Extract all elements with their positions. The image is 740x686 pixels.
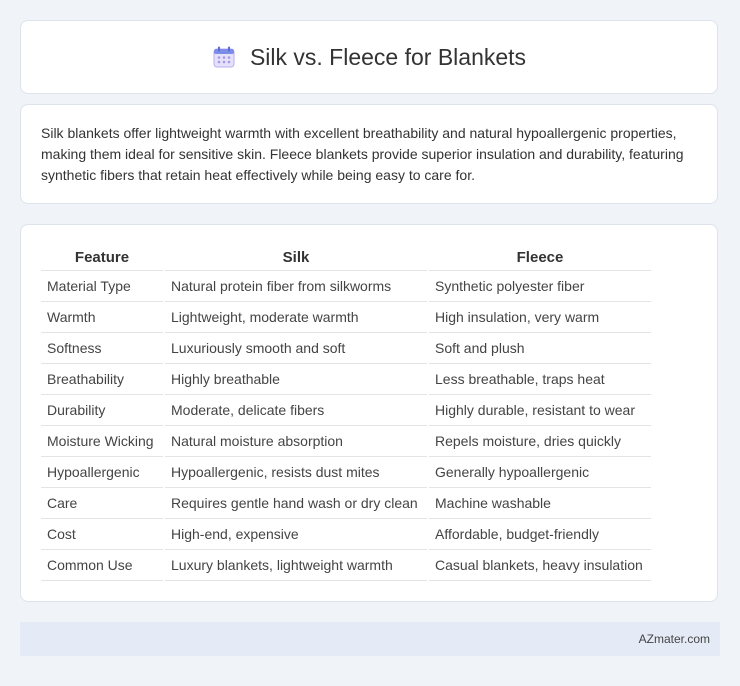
comparison-table: Feature Silk Fleece Material Type Natural… (41, 245, 651, 581)
footer-site-name: AZmater.com (638, 632, 710, 646)
table-cell: Cost (41, 518, 164, 550)
table-cell: Natural protein fiber from silkworms (163, 270, 428, 302)
table-cell: Care (41, 487, 164, 519)
table-cell: High insulation, very warm (427, 301, 651, 333)
table-row: Material Type Natural protein fiber from … (41, 270, 651, 302)
page-title: Silk vs. Fleece for Blankets (249, 43, 527, 70)
table-cell: Natural moisture absorption (163, 425, 428, 457)
table-cell: Casual blankets, heavy insulation (427, 549, 651, 581)
summary-text: Silk blankets offer lightweight warmth w… (41, 125, 684, 183)
table-cell: Warmth (41, 301, 164, 333)
table-cell: Moisture Wicking (41, 425, 164, 457)
summary-card: Silk blankets offer lightweight warmth w… (20, 104, 718, 204)
header-silk: Silk (163, 245, 428, 271)
table-row: Warmth Lightweight, moderate warmth High i… (41, 301, 651, 333)
table-cell: Machine washable (427, 487, 651, 519)
table-cell: Common Use (41, 549, 164, 581)
table-row: Common Use Luxury blankets, lightweight w… (41, 549, 651, 581)
table-cell: High-end, expensive (163, 518, 428, 550)
table-cell: Synthetic polyester fiber (427, 270, 651, 302)
table-cell: Durability (41, 394, 164, 426)
table-cell: Lightweight, moderate warmth (163, 301, 428, 333)
table-cell: Breathability (41, 363, 164, 395)
table-row: Breathability Highly breathable Less breat… (41, 363, 651, 395)
table-cell: Less breathable, traps heat (427, 363, 651, 395)
table-cell: Hypoallergenic, resists dust mites (163, 456, 428, 488)
title-wrap: Silk vs. Fleece for Blankets (212, 44, 526, 71)
table-body: Material Type Natural protein fiber from … (41, 270, 651, 581)
table-row: Moisture Wicking Natural moisture absorpt… (41, 425, 651, 457)
footer: AZmater.com (20, 622, 720, 656)
table-cell: Repels moisture, dries quickly (427, 425, 651, 457)
table-cell: Material Type (41, 270, 164, 302)
table-cell: Softness (41, 332, 164, 364)
header-feature: Feature (41, 245, 164, 271)
comparison-table-card: Feature Silk Fleece Material Type Natural… (20, 224, 718, 602)
header-fleece: Fleece (427, 245, 651, 271)
table-row: Cost High-end, expensive Affordable, budge… (41, 518, 651, 550)
table-cell: Luxuriously smooth and soft (163, 332, 428, 364)
table-header-row: Feature Silk Fleece (41, 245, 651, 271)
table-cell: Luxury blankets, lightweight warmth (163, 549, 428, 581)
table-cell: Hypoallergenic (41, 456, 164, 488)
table-cell: Moderate, delicate fibers (163, 394, 428, 426)
table-row: Care Requires gentle hand wash or dry cle… (41, 487, 651, 519)
table-cell: Affordable, budget-friendly (427, 518, 651, 550)
table-row: Durability Moderate, delicate fibers Highl… (41, 394, 651, 426)
table-cell: Requires gentle hand wash or dry clean (163, 487, 428, 519)
table-row: Softness Luxuriously smooth and soft Soft … (41, 332, 651, 364)
table-cell: Generally hypoallergenic (427, 456, 651, 488)
table-cell: Soft and plush (427, 332, 651, 364)
table-cell: Highly breathable (163, 363, 428, 395)
table-cell: Highly durable, resistant to wear (427, 394, 651, 426)
table-row: Hypoallergenic Hypoallergenic, resists du… (41, 456, 651, 488)
calendar-icon (212, 45, 236, 69)
title-card: Silk vs. Fleece for Blankets (20, 20, 718, 94)
